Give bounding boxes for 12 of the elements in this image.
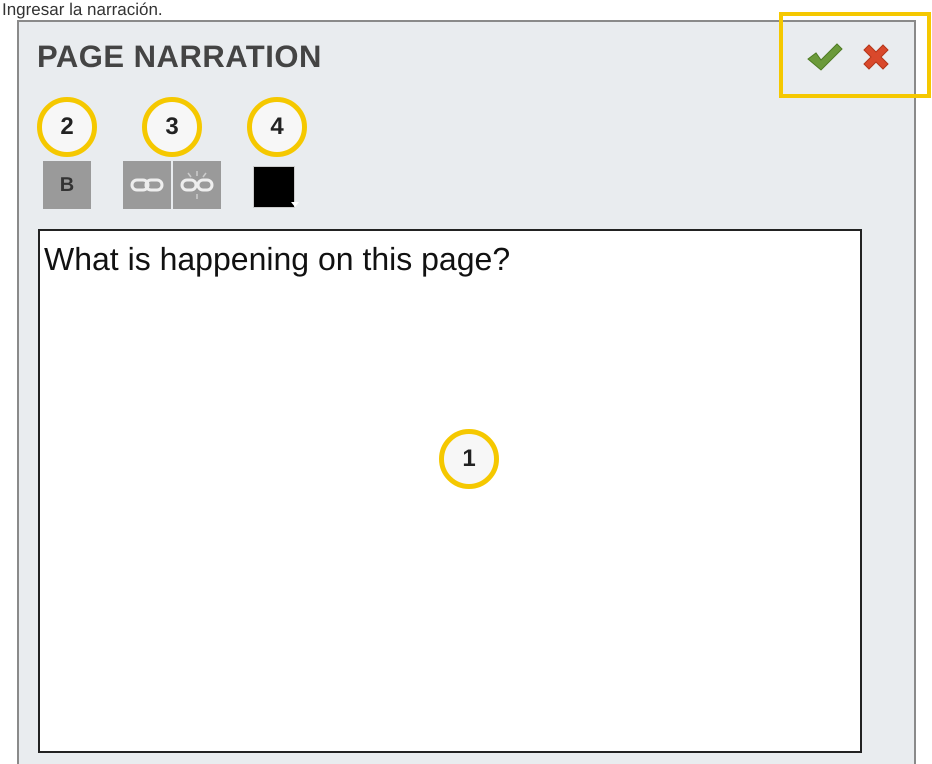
link-button[interactable] [123,160,171,208]
panel-title: PAGE NARRATION [37,38,322,76]
callout-marker: 2 [37,96,97,156]
confirm-icon[interactable] [806,41,844,74]
chain-icon [130,176,164,192]
unlink-button[interactable] [173,160,221,208]
caption-text: Ingresar la narración. [1,0,164,20]
callout-marker: 4 [247,96,307,156]
callout-marker: 3 [142,96,202,156]
broken-chain-icon [180,170,214,200]
caret-icon [291,202,299,206]
bold-button[interactable]: B [43,160,91,208]
